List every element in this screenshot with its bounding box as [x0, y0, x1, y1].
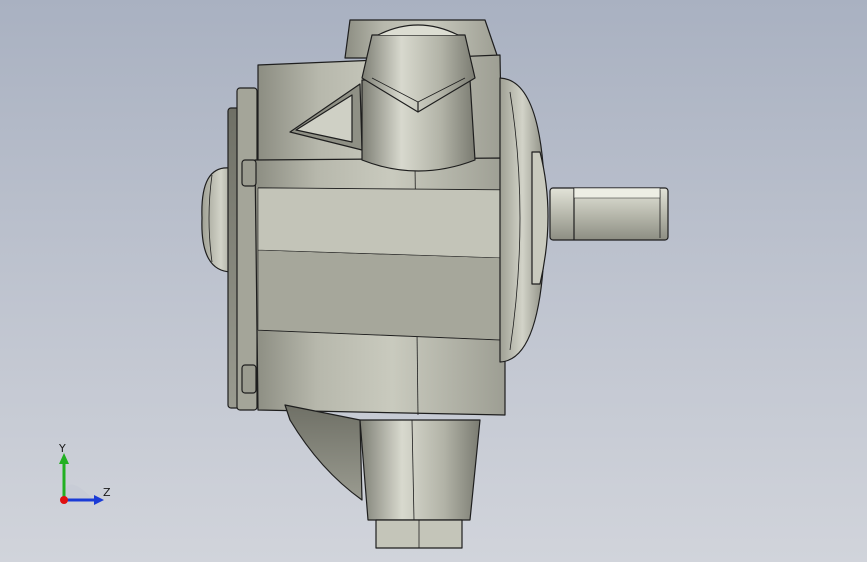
z-axis-label: Z	[103, 486, 111, 499]
gear-pump-model[interactable]	[0, 0, 867, 562]
y-axis-label: Y	[59, 442, 66, 455]
bottom-bracket	[284, 404, 363, 501]
bolt-head-1	[241, 159, 257, 187]
bolt-head-2	[241, 364, 257, 394]
view-orientation-triad: Y Z	[48, 440, 118, 512]
bottom-port-boss	[359, 419, 481, 521]
graphics-viewport[interactable]: Y Z	[0, 0, 867, 562]
